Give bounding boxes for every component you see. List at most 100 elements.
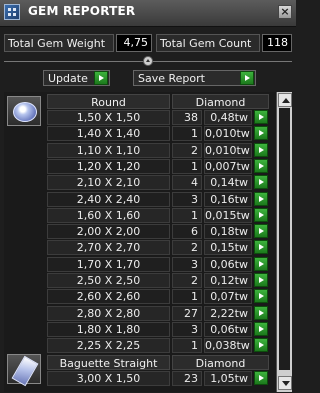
gem-weight-cell: 2,22tw bbox=[204, 305, 252, 321]
gem-size-cell: 1,60 X 1,60 bbox=[47, 207, 170, 223]
gem-size-cell: 1,10 X 1,10 bbox=[47, 142, 170, 158]
gem-count-cell: 3 bbox=[172, 256, 202, 272]
row-select-arrow-icon[interactable] bbox=[254, 207, 268, 222]
gem-count-cell: 23 bbox=[172, 371, 202, 386]
gem-count-cell: 1 bbox=[172, 207, 202, 223]
row-select-arrow-icon[interactable] bbox=[254, 273, 268, 287]
title-bar: GEM REPORTER × bbox=[0, 0, 296, 27]
app-grid-icon bbox=[4, 4, 20, 20]
table-row: 3,00 X 1,50 23 1,05tw bbox=[47, 371, 269, 386]
total-gem-count-label: Total Gem Count bbox=[156, 34, 260, 52]
scroll-up-icon[interactable] bbox=[278, 93, 292, 107]
round-shape-header: Round bbox=[47, 94, 170, 109]
play-arrow-icon bbox=[240, 71, 254, 85]
gem-size-cell: 2,40 X 2,40 bbox=[47, 191, 170, 207]
row-select-arrow-icon[interactable] bbox=[254, 158, 268, 173]
gem-count-cell: 1 bbox=[172, 126, 202, 142]
gem-size-cell: 2,10 X 2,10 bbox=[47, 175, 170, 191]
baguette-gem-icon bbox=[7, 354, 41, 387]
scrollbar-thumb[interactable] bbox=[279, 108, 290, 370]
row-select-arrow-icon[interactable] bbox=[254, 371, 268, 385]
table-row: 2,80 X 2,80 27 2,22tw bbox=[47, 305, 269, 321]
gem-count-cell: 6 bbox=[172, 224, 202, 240]
baguette-type-header: Diamond bbox=[172, 355, 269, 370]
gem-size-cell: 2,70 X 2,70 bbox=[47, 240, 170, 256]
gem-count-cell: 1 bbox=[172, 289, 202, 305]
update-button[interactable]: Update bbox=[43, 70, 110, 86]
totals-row: Total Gem Weight 4,75 Total Gem Count 11… bbox=[4, 34, 292, 52]
gem-count-cell: 4 bbox=[172, 175, 202, 191]
gem-weight-cell: 0,06tw bbox=[204, 321, 252, 337]
vertical-scrollbar[interactable] bbox=[276, 92, 292, 392]
gem-weight-cell: 0,010tw bbox=[204, 142, 252, 158]
row-select-arrow-icon[interactable] bbox=[254, 142, 268, 157]
round-type-header: Diamond bbox=[172, 94, 269, 109]
gem-size-cell: 1,20 X 1,20 bbox=[47, 158, 170, 174]
gem-count-cell: 1 bbox=[172, 338, 202, 354]
baguette-shape-header: Baguette Straight bbox=[47, 355, 170, 370]
gem-size-cell: 1,80 X 1,80 bbox=[47, 321, 170, 337]
table-row: 1,60 X 1,60 1 0,015tw bbox=[47, 207, 269, 223]
total-gem-weight-value: 4,75 bbox=[116, 34, 152, 52]
scroll-down-icon[interactable] bbox=[278, 376, 292, 390]
gem-weight-cell: 1,05tw bbox=[204, 371, 252, 386]
save-report-button-label: Save Report bbox=[138, 72, 205, 85]
row-select-arrow-icon[interactable] bbox=[254, 256, 268, 271]
table-row: 2,70 X 2,70 2 0,15tw bbox=[47, 240, 269, 256]
gem-weight-cell: 0,18tw bbox=[204, 224, 252, 240]
table-row: 1,40 X 1,40 1 0,010tw bbox=[47, 126, 269, 142]
gem-weight-cell: 0,16tw bbox=[204, 191, 252, 207]
collapse-up-icon[interactable] bbox=[143, 56, 153, 66]
gem-count-cell: 2 bbox=[172, 273, 202, 288]
table-row: 2,40 X 2,40 3 0,16tw bbox=[47, 191, 269, 207]
row-select-arrow-icon[interactable] bbox=[254, 305, 268, 320]
gem-weight-cell: 0,010tw bbox=[204, 126, 252, 142]
row-select-arrow-icon[interactable] bbox=[254, 224, 268, 239]
table-row: 2,00 X 2,00 6 0,18tw bbox=[47, 224, 269, 240]
table-row: 1,10 X 1,10 2 0,010tw bbox=[47, 142, 269, 158]
row-select-arrow-icon[interactable] bbox=[254, 175, 268, 190]
close-button[interactable]: × bbox=[278, 5, 292, 19]
row-select-arrow-icon[interactable] bbox=[254, 289, 268, 304]
gem-count-cell: 2 bbox=[172, 240, 202, 256]
row-select-arrow-icon[interactable] bbox=[254, 338, 268, 353]
gem-count-cell: 3 bbox=[172, 191, 202, 207]
gem-count-cell: 2 bbox=[172, 142, 202, 158]
gem-weight-cell: 0,07tw bbox=[204, 289, 252, 305]
table-row: 1,20 X 1,20 1 0,007tw bbox=[47, 158, 269, 174]
gem-weight-cell: 0,06tw bbox=[204, 256, 252, 272]
window-title: GEM REPORTER bbox=[28, 4, 136, 18]
row-select-arrow-icon[interactable] bbox=[254, 321, 268, 336]
gem-size-cell: 1,40 X 1,40 bbox=[47, 126, 170, 142]
table-row: 2,25 X 2,25 1 0,038tw bbox=[47, 338, 269, 354]
gem-count-cell: 38 bbox=[172, 110, 202, 125]
gem-size-cell: 2,50 X 2,50 bbox=[47, 273, 170, 288]
row-select-arrow-icon[interactable] bbox=[254, 240, 268, 255]
gem-size-cell: 2,00 X 2,00 bbox=[47, 224, 170, 240]
gem-weight-cell: 0,038tw bbox=[204, 338, 252, 354]
gem-weight-cell: 0,14tw bbox=[204, 175, 252, 191]
table-row: 1,70 X 1,70 3 0,06tw bbox=[47, 256, 269, 272]
round-gem-icon bbox=[7, 96, 41, 126]
row-select-arrow-icon[interactable] bbox=[254, 191, 268, 206]
table-row: 2,60 X 2,60 1 0,07tw bbox=[47, 289, 269, 305]
total-gem-count-value: 118 bbox=[262, 34, 292, 52]
gem-size-cell: 1,50 X 1,50 bbox=[47, 110, 170, 125]
gem-size-cell: 3,00 X 1,50 bbox=[47, 371, 170, 386]
gem-size-cell: 2,25 X 2,25 bbox=[47, 338, 170, 354]
gem-weight-cell: 0,007tw bbox=[204, 158, 252, 174]
gem-size-cell: 1,70 X 1,70 bbox=[47, 256, 170, 272]
gem-count-cell: 3 bbox=[172, 321, 202, 337]
row-select-arrow-icon[interactable] bbox=[254, 126, 268, 141]
table-row: 2,10 X 2,10 4 0,14tw bbox=[47, 175, 269, 191]
gem-size-cell: 2,60 X 2,60 bbox=[47, 289, 170, 305]
gem-weight-cell: 0,15tw bbox=[204, 240, 252, 256]
row-select-arrow-icon[interactable] bbox=[254, 110, 268, 124]
gem-count-cell: 27 bbox=[172, 305, 202, 321]
table-row: 1,80 X 1,80 3 0,06tw bbox=[47, 321, 269, 337]
gem-weight-cell: 0,48tw bbox=[204, 110, 252, 125]
gem-weight-cell: 0,12tw bbox=[204, 273, 252, 288]
save-report-button[interactable]: Save Report bbox=[133, 70, 256, 86]
total-gem-weight-label: Total Gem Weight bbox=[4, 34, 114, 52]
gem-count-cell: 1 bbox=[172, 158, 202, 174]
